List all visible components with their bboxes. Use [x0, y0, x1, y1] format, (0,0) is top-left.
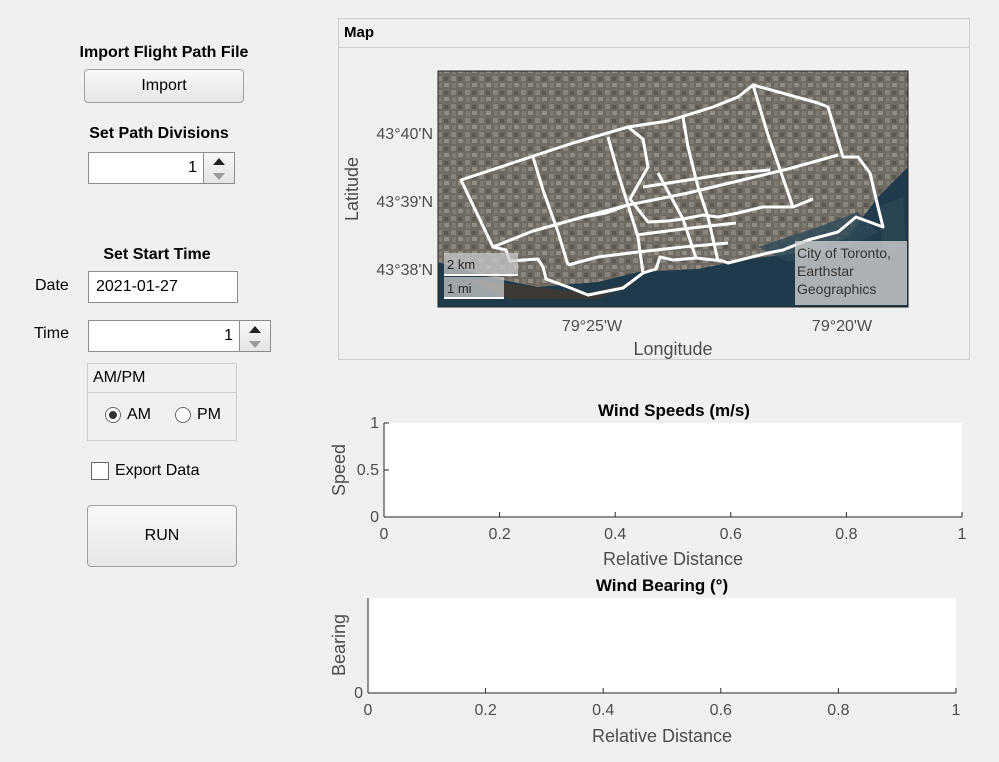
x-tick-label: 0.4	[592, 702, 614, 719]
plot-area[interactable]	[368, 598, 956, 693]
export-data-checkbox[interactable]: Export Data	[91, 462, 199, 480]
y-tick-label: 0	[370, 509, 379, 526]
lon-tick-label: 79°25'W	[562, 318, 623, 335]
plot-area[interactable]	[384, 423, 962, 517]
date-input[interactable]: 2021-01-27	[88, 271, 238, 303]
lat-tick-label: 43°38'N	[376, 262, 433, 279]
map-ylabel: Latitude	[342, 157, 362, 221]
export-data-label: Export Data	[115, 462, 200, 479]
radio-unselected-icon[interactable]	[175, 407, 191, 423]
import-heading: Import Flight Path File	[79, 44, 249, 61]
scale-km-label: 2 km	[447, 257, 475, 272]
spinner-down-icon[interactable]	[240, 337, 270, 351]
x-tick-label: 0	[364, 702, 373, 719]
chart-xlabel: Relative Distance	[603, 549, 743, 569]
x-tick-label: 0.6	[710, 702, 732, 719]
date-label: Date	[35, 277, 69, 294]
y-tick-label: 0	[354, 685, 363, 702]
chart-ylabel: Speed	[329, 444, 349, 496]
x-tick-label: 0.6	[720, 526, 742, 543]
start-time-heading: Set Start Time	[103, 246, 211, 263]
radio-am-label: AM	[127, 406, 151, 423]
map-panel-title: Map	[339, 19, 969, 48]
divisions-spinner[interactable]	[203, 152, 235, 184]
divisions-heading: Set Path Divisions	[89, 125, 229, 142]
map-attribution: City of Toronto, Earthstar Geographics	[795, 241, 907, 305]
spinner-up-icon[interactable]	[240, 322, 270, 336]
run-button[interactable]: RUN	[87, 505, 237, 567]
attribution-line: Geographics	[797, 281, 876, 297]
attribution-line: City of Toronto,	[797, 245, 891, 261]
lat-tick-label: 43°39'N	[376, 194, 433, 211]
radio-pm-label: PM	[197, 406, 221, 423]
y-tick-label: 1	[370, 415, 379, 432]
x-tick-label: 0.2	[488, 526, 510, 543]
ampm-title: AM/PM	[88, 364, 236, 393]
x-tick-label: 1	[952, 702, 961, 719]
divisions-input[interactable]: 1	[88, 152, 204, 184]
map-xlabel: Longitude	[633, 339, 712, 359]
scale-mi-label: 1 mi	[447, 281, 472, 296]
map-axes: 2 km 1 mi City of Toronto, Earthstar Geo…	[342, 70, 909, 359]
radio-selected-icon[interactable]	[105, 407, 121, 423]
x-tick-label: 0.4	[604, 526, 626, 543]
chart-title: Wind Bearing (°)	[596, 576, 728, 595]
attribution-line: Earthstar	[797, 263, 854, 279]
wind-speed-chart: Wind Speeds (m/s) 0 0.2 0.4 0.6 0.8 1 0 0.5 1 Re…	[329, 401, 967, 569]
lat-tick-label: 43°40'N	[376, 126, 433, 143]
radio-pm[interactable]: PM	[175, 406, 221, 424]
time-label: Time	[34, 325, 69, 342]
ampm-group: AM/PM AM PM	[87, 363, 237, 441]
checkbox-icon[interactable]	[91, 462, 109, 480]
radio-am[interactable]: AM	[105, 406, 151, 424]
time-input[interactable]: 1	[88, 320, 240, 352]
x-tick-label: 0.2	[474, 702, 496, 719]
x-tick-label: 0.8	[827, 702, 849, 719]
x-tick-label: 1	[958, 526, 967, 543]
lon-tick-label: 79°20'W	[812, 318, 873, 335]
y-tick-label: 0.5	[357, 462, 379, 479]
spinner-down-icon[interactable]	[204, 169, 234, 183]
wind-bearing-chart: Wind Bearing (°) 0 0.2 0.4 0.6 0.8 1 0 Relativ…	[329, 576, 961, 746]
import-button[interactable]: Import	[84, 69, 244, 103]
spinner-up-icon[interactable]	[204, 154, 234, 168]
chart-ylabel: Bearing	[329, 614, 349, 676]
chart-title: Wind Speeds (m/s)	[598, 401, 750, 420]
time-spinner[interactable]	[239, 320, 271, 352]
chart-xlabel: Relative Distance	[592, 726, 732, 746]
x-tick-label: 0.8	[835, 526, 857, 543]
x-tick-label: 0	[380, 526, 389, 543]
